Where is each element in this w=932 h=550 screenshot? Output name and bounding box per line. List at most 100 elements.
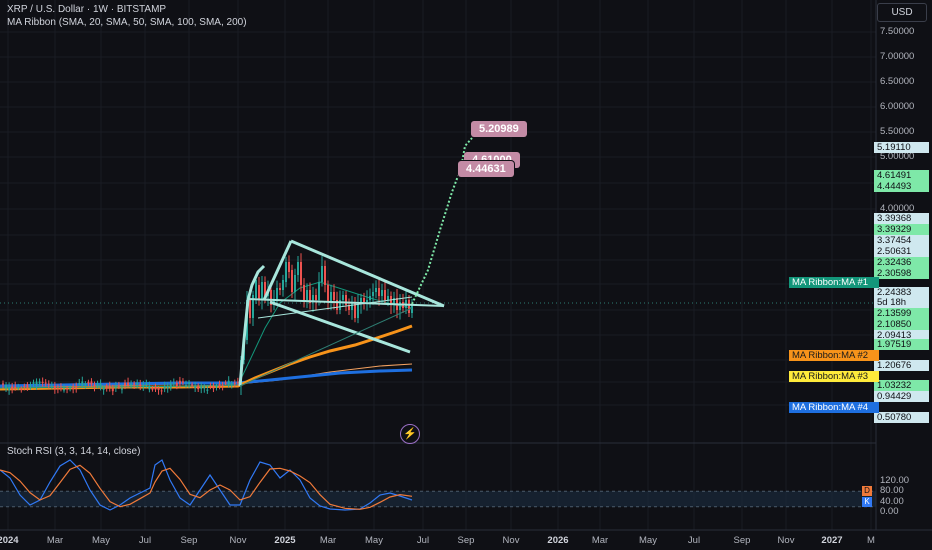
price-tick-label: 6.50000 bbox=[880, 76, 915, 87]
stoch-band bbox=[0, 491, 876, 507]
candle-body bbox=[120, 388, 123, 390]
candle-body bbox=[384, 290, 386, 300]
price-tag: 2.30598 bbox=[874, 268, 929, 279]
candle-body bbox=[366, 300, 368, 302]
time-tick-label: Mar bbox=[591, 535, 609, 546]
price-tag: 5.19110 bbox=[874, 142, 929, 153]
price-tag: 2.50631 bbox=[874, 246, 929, 257]
time-tick-label: 2025 bbox=[274, 535, 296, 546]
candle-body bbox=[148, 386, 151, 390]
candle-body bbox=[14, 386, 17, 389]
candle-body bbox=[38, 381, 41, 384]
candle-body bbox=[315, 295, 317, 300]
replay-icon[interactable]: ⚡ bbox=[400, 424, 420, 444]
time-tick-label: M bbox=[867, 535, 875, 546]
ma-tag-1: MA Ribbon:MA #1 bbox=[789, 277, 879, 288]
candle-body bbox=[23, 386, 26, 388]
candle-body bbox=[20, 388, 23, 391]
candle-body bbox=[90, 381, 93, 385]
candle-body bbox=[276, 288, 278, 300]
stoch-tick-label: 40.00 bbox=[880, 495, 904, 507]
currency-button[interactable]: USD bbox=[877, 3, 927, 22]
price-tag: 0.94429 bbox=[874, 391, 929, 402]
time-tick-label: Sep bbox=[457, 535, 475, 546]
candle-body bbox=[221, 385, 224, 387]
candle-body bbox=[203, 386, 206, 389]
symbol-title[interactable]: XRP / U.S. Dollar · 1W · BITSTAMP bbox=[7, 4, 166, 15]
candle-body bbox=[59, 388, 62, 390]
candle-body bbox=[47, 383, 50, 385]
candle-body bbox=[41, 381, 44, 384]
candle-body bbox=[197, 385, 200, 390]
candle-body bbox=[215, 385, 218, 388]
candle-body bbox=[78, 383, 81, 385]
price-tag: 0.50780 bbox=[874, 412, 929, 423]
price-tag: 4.61491 bbox=[874, 170, 929, 181]
candle-body bbox=[114, 386, 117, 388]
price-tick-label: 5.50000 bbox=[880, 126, 915, 137]
candle-body bbox=[288, 262, 290, 272]
price-tag: 2.32436 bbox=[874, 257, 929, 268]
candle-body bbox=[303, 285, 305, 300]
time-tick-label: Sep bbox=[733, 535, 751, 546]
indicator-legend[interactable]: MA Ribbon (SMA, 20, SMA, 50, SMA, 100, S… bbox=[7, 17, 247, 28]
candle-body bbox=[297, 262, 299, 275]
candle-body bbox=[291, 270, 293, 292]
candle-body bbox=[255, 280, 257, 298]
candle-body bbox=[175, 382, 178, 387]
candle-body bbox=[111, 388, 114, 392]
candle-body bbox=[154, 386, 157, 390]
candle-body bbox=[258, 285, 260, 300]
candle-body bbox=[157, 388, 160, 390]
candle-body bbox=[375, 288, 377, 292]
candle-body bbox=[318, 282, 320, 300]
candle-body bbox=[166, 386, 169, 389]
candle-body bbox=[261, 282, 263, 300]
candle-body bbox=[212, 385, 215, 389]
candle-body bbox=[8, 387, 11, 390]
chart-canvas[interactable] bbox=[0, 0, 932, 550]
candle-body bbox=[300, 262, 302, 285]
candle-body bbox=[29, 385, 32, 387]
time-tick-label: Mar bbox=[319, 535, 337, 546]
candle-body bbox=[191, 384, 194, 386]
candle-body bbox=[127, 382, 130, 386]
ma-tag-3: MA Ribbon:MA #3 bbox=[789, 371, 879, 382]
candle-body bbox=[209, 387, 212, 389]
candle-body bbox=[75, 386, 78, 388]
price-tag: 5d 18h bbox=[874, 297, 929, 308]
candle-body bbox=[72, 387, 75, 390]
price-tag: 3.37454 bbox=[874, 235, 929, 246]
candle-body bbox=[363, 298, 365, 302]
time-tick-label: Nov bbox=[229, 535, 247, 546]
candle-body bbox=[130, 383, 133, 386]
candle-body bbox=[66, 388, 69, 390]
time-tick-label: 2024 bbox=[0, 535, 19, 546]
candle-body bbox=[330, 292, 332, 302]
candle-body bbox=[294, 275, 296, 292]
stoch-rsi-legend[interactable]: Stoch RSI (3, 3, 14, 14, close) bbox=[7, 446, 140, 457]
candle-body bbox=[63, 389, 65, 391]
candle-body bbox=[151, 388, 154, 390]
candle-body bbox=[236, 381, 239, 383]
price-tag: 3.39329 bbox=[874, 224, 929, 235]
candle-body bbox=[372, 292, 374, 296]
stoch-tick-label: 0.00 bbox=[880, 506, 899, 517]
candle-body bbox=[26, 384, 29, 389]
candle-body bbox=[333, 292, 335, 300]
candle-body bbox=[169, 383, 172, 389]
price-tag: 1.20676 bbox=[874, 360, 929, 371]
time-tick-label: Sep bbox=[180, 535, 198, 546]
candle-body bbox=[69, 387, 72, 389]
candle-body bbox=[378, 288, 380, 296]
candle-body bbox=[185, 385, 187, 387]
target-price-label: 5.20989 bbox=[471, 121, 527, 137]
candle-body bbox=[96, 383, 99, 387]
time-tick-label: May bbox=[639, 535, 657, 546]
candle-body bbox=[306, 290, 308, 300]
candle-body bbox=[188, 382, 191, 385]
target-price-label: 4.44631 bbox=[458, 161, 514, 177]
price-tag: 3.39368 bbox=[874, 213, 929, 224]
candle-body bbox=[142, 384, 145, 387]
candle-body bbox=[230, 383, 233, 385]
